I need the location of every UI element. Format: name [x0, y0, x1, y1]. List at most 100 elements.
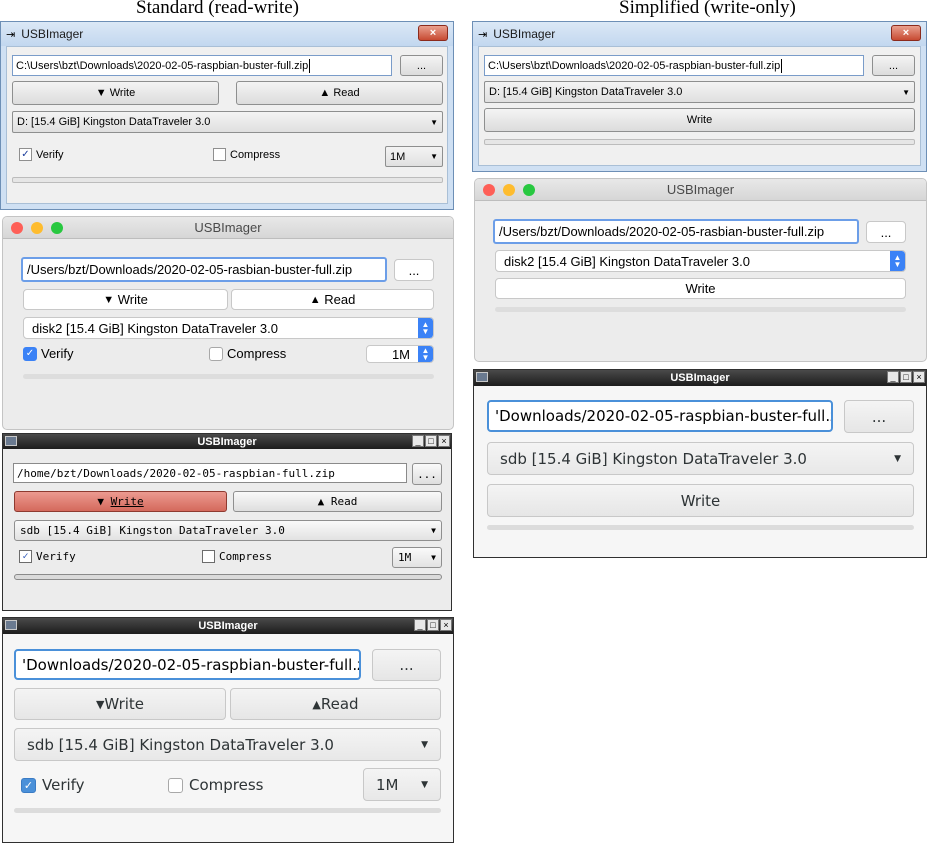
minimize-icon[interactable]: _ [887, 371, 899, 383]
read-button[interactable]: ▲ Read [233, 491, 442, 512]
read-button[interactable]: ▲ Read [231, 289, 434, 310]
progress-bar [14, 808, 441, 813]
browse-button[interactable]: ... [866, 221, 906, 243]
window-menu-icon[interactable] [5, 436, 17, 446]
device-select[interactable]: sdb [15.4 GiB] Kingston DataTraveler 3.0… [14, 728, 441, 761]
buffer-size-select[interactable]: 1M ▼ [392, 547, 442, 568]
win7-standard-titlebar[interactable]: ⇥ USBImager × [1, 22, 453, 46]
minimize-icon[interactable] [503, 184, 515, 196]
close-icon[interactable]: × [418, 25, 448, 41]
win7-standard-client: C:\Users\bzt\Downloads\2020-02-05-raspbi… [6, 46, 448, 204]
browse-button[interactable]: ... [872, 55, 915, 76]
image-path-input[interactable]: /Users/bzt/Downloads/2020-02-05-rasbian-… [21, 257, 387, 282]
buffer-size-select[interactable]: 1M ▼ [363, 768, 441, 801]
compress-checkbox[interactable]: Compress [209, 346, 286, 361]
mac-standard-titlebar[interactable]: USBImager [3, 217, 453, 239]
read-button-label: Read [330, 495, 358, 508]
write-button[interactable]: ▼ Write [12, 81, 219, 105]
maximize-icon[interactable]: □ [425, 435, 437, 447]
compress-checkbox[interactable]: Compress [168, 776, 263, 794]
verify-check-icon: ✓ [19, 148, 32, 161]
image-path-text: C:\Users\bzt\Downloads\2020-02-05-raspbi… [488, 59, 781, 72]
device-select-value: D: [15.4 GiB] Kingston DataTraveler 3.0 [489, 86, 683, 98]
window-title: USBImager [670, 372, 730, 384]
write-button[interactable]: Write [495, 278, 906, 299]
write-arrow-icon: ▼ [95, 697, 105, 711]
mac-simplified-titlebar[interactable]: USBImager [475, 179, 926, 201]
verify-checkbox[interactable]: ✓ Verify [19, 550, 76, 563]
buffer-size-value: 1M [376, 775, 399, 794]
image-path-input[interactable]: 'Downloads/2020-02-05-raspbian-buster-fu… [14, 649, 361, 680]
read-button[interactable]: ▲ Read [236, 81, 443, 105]
gtk-simplified-titlebar[interactable]: USBImager _ □ × [474, 370, 926, 386]
gtk-standard-titlebar[interactable]: USBImager _ □ × [3, 618, 453, 634]
image-path-input[interactable]: /Users/bzt/Downloads/2020-02-05-rasbian-… [493, 219, 859, 244]
close-icon[interactable]: × [438, 435, 450, 447]
progress-bar [23, 374, 434, 379]
close-icon[interactable] [483, 184, 495, 196]
minimize-icon[interactable] [31, 222, 43, 234]
write-button[interactable]: ▼ Write [14, 688, 226, 720]
zoom-icon[interactable] [51, 222, 63, 234]
close-icon[interactable]: × [913, 371, 925, 383]
write-button[interactable]: Write [487, 484, 914, 517]
window-title: USBImager [21, 27, 84, 41]
read-button-label: Read [324, 292, 356, 307]
close-icon[interactable]: × [891, 25, 921, 41]
close-icon[interactable]: × [440, 619, 452, 631]
verify-checkbox[interactable]: ✓ Verify [19, 148, 64, 161]
progress-bar [484, 139, 915, 145]
chevron-down-icon: ▼ [431, 526, 436, 535]
verify-checkbox[interactable]: ✓ Verify [23, 346, 74, 361]
minimize-icon[interactable]: _ [414, 619, 426, 631]
window-menu-icon[interactable] [476, 372, 488, 382]
device-select[interactable]: disk2 [15.4 GiB] Kingston DataTraveler 3… [495, 250, 906, 272]
progress-bar [487, 525, 914, 530]
compress-checkbox-box [209, 346, 223, 361]
compress-label: Compress [227, 346, 287, 361]
browse-button[interactable]: ... [400, 55, 443, 76]
write-button[interactable]: ▼ Write [23, 289, 228, 310]
image-path-input[interactable]: C:\Users\bzt\Downloads\2020-02-05-raspbi… [484, 55, 864, 76]
win7-simplified-titlebar[interactable]: ⇥ USBImager × [473, 22, 926, 46]
updown-chevron-icon[interactable]: ▲ ▼ [418, 346, 433, 362]
read-button[interactable]: ▲ Read [230, 688, 441, 720]
image-path-input[interactable]: 'Downloads/2020-02-05-raspbian-buster-fu… [487, 400, 833, 432]
compress-label: Compress [230, 148, 281, 161]
write-button-label: Write [117, 292, 148, 307]
write-arrow-icon: ▼ [97, 495, 104, 508]
device-select[interactable]: D: [15.4 GiB] Kingston DataTraveler 3.0 … [484, 81, 915, 103]
browse-button[interactable]: ... [372, 649, 441, 681]
buffer-size-stepper[interactable]: 1M ▲ ▼ [366, 345, 434, 363]
maximize-icon[interactable]: □ [900, 371, 912, 383]
compress-checkbox[interactable]: Compress [202, 550, 272, 563]
x11-standard-titlebar[interactable]: USBImager _ □ × [3, 434, 451, 449]
maximize-icon[interactable]: □ [427, 619, 439, 631]
device-select[interactable]: sdb [15.4 GiB] Kingston DataTraveler 3.0… [14, 520, 442, 541]
gtk-simplified-window: USBImager _ □ × 'Downloads/2020-02-05-ra… [473, 369, 927, 558]
minimize-icon[interactable]: _ [412, 435, 424, 447]
close-icon[interactable] [11, 222, 23, 234]
read-arrow-icon: ▲ [309, 293, 321, 306]
updown-chevron-icon: ▲ ▼ [418, 318, 433, 338]
verify-check-icon: ✓ [21, 777, 36, 793]
compress-checkbox[interactable]: Compress [213, 148, 280, 161]
window-controls: _ □ × [412, 435, 450, 447]
image-path-input[interactable]: /home/bzt/Downloads/2020-02-05-raspbian-… [13, 463, 407, 483]
chevron-down-icon: ▼ [894, 453, 901, 464]
write-button[interactable]: ▼ Write [14, 491, 227, 512]
device-select[interactable]: sdb [15.4 GiB] Kingston DataTraveler 3.0… [487, 442, 914, 475]
browse-button[interactable]: ... [844, 400, 914, 433]
browse-button[interactable]: ... [412, 463, 442, 485]
write-button[interactable]: Write [484, 108, 915, 132]
window-title: USBImager [198, 620, 258, 632]
device-select-value: D: [15.4 GiB] Kingston DataTraveler 3.0 [17, 116, 211, 128]
zoom-icon[interactable] [523, 184, 535, 196]
device-select[interactable]: D: [15.4 GiB] Kingston DataTraveler 3.0 … [12, 111, 443, 133]
browse-button[interactable]: ... [394, 259, 434, 281]
device-select[interactable]: disk2 [15.4 GiB] Kingston DataTraveler 3… [23, 317, 434, 339]
image-path-input[interactable]: C:\Users\bzt\Downloads\2020-02-05-raspbi… [12, 55, 392, 76]
buffer-size-select[interactable]: 1M ▼ [385, 146, 443, 167]
verify-checkbox[interactable]: ✓ Verify [21, 776, 85, 794]
window-menu-icon[interactable] [5, 620, 17, 630]
